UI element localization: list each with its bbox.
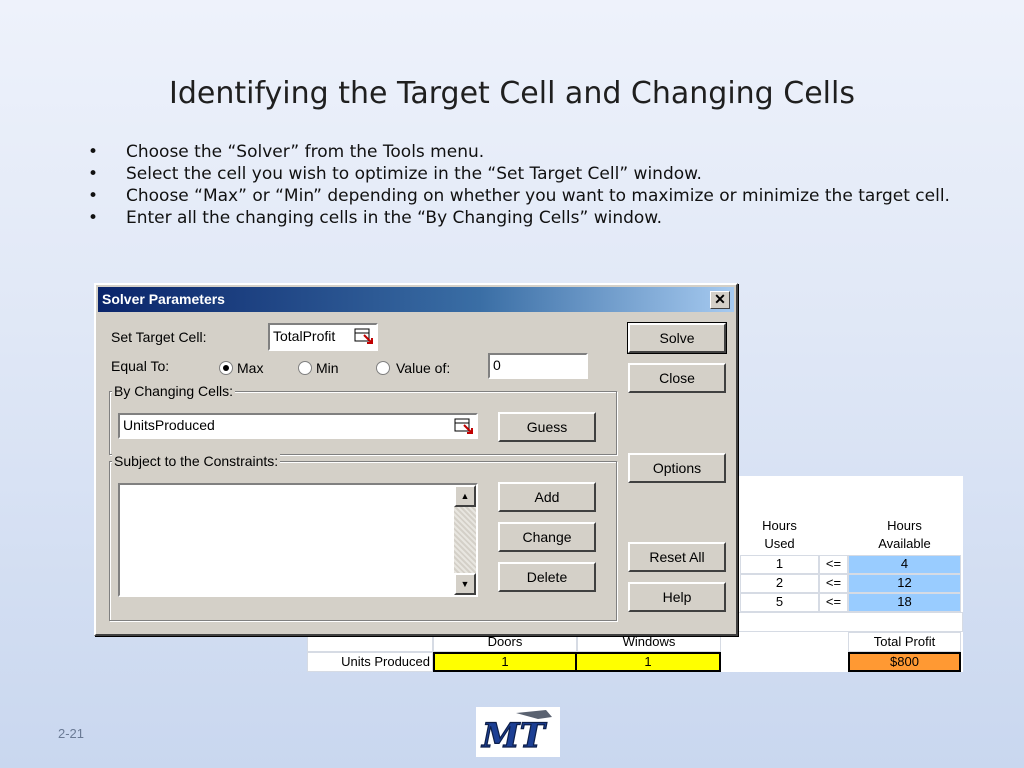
value-of-radio[interactable] [376, 361, 390, 375]
changing-cells-input[interactable]: UnitsProduced [118, 413, 478, 439]
scroll-up-icon[interactable]: ▲ [454, 485, 476, 507]
hours-used-cell[interactable]: 5 [740, 593, 819, 612]
value-of-input[interactable]: 0 [488, 353, 588, 379]
hours-available-cell[interactable]: 4 [848, 555, 961, 574]
close-button[interactable]: Close [628, 363, 726, 393]
max-label[interactable]: Max [237, 360, 263, 376]
set-target-label: Set Target Cell: [111, 329, 207, 345]
changing-cells-value: UnitsProduced [123, 417, 215, 433]
bullet-item: Select the cell you wish to optimize in … [88, 163, 958, 185]
constraints-label: Subject to the Constraints: [112, 453, 281, 469]
hours-used-header[interactable]: Hours Used [740, 517, 819, 555]
windows-units-cell[interactable]: 1 [577, 652, 721, 672]
constraints-scrollbar[interactable]: ▲ ▼ [454, 485, 476, 595]
total-profit-header[interactable]: Total Profit [848, 632, 961, 652]
svg-text:MT: MT [481, 716, 548, 756]
change-button[interactable]: Change [498, 522, 596, 552]
hours-used-line2: Used [764, 536, 795, 551]
hours-available-cell[interactable]: 18 [848, 593, 961, 612]
max-radio[interactable] [219, 361, 233, 375]
options-button[interactable]: Options [628, 453, 726, 483]
changing-cells-label: By Changing Cells: [112, 383, 236, 399]
min-radio[interactable] [298, 361, 312, 375]
bullet-list: Choose the “Solver” from the Tools menu.… [88, 141, 958, 229]
hours-available-line2: Available [878, 536, 931, 551]
reset-all-button[interactable]: Reset All [628, 542, 726, 572]
constraints-list[interactable]: ▲ ▼ [118, 483, 478, 597]
operator-cell[interactable]: <= [819, 574, 848, 593]
mt-logo: MT [476, 707, 560, 757]
bullet-item: Enter all the changing cells in the “By … [88, 207, 958, 229]
operator-cell[interactable]: <= [819, 593, 848, 612]
delete-button[interactable]: Delete [498, 562, 596, 592]
operator-cell[interactable]: <= [819, 555, 848, 574]
guess-button[interactable]: Guess [498, 412, 596, 442]
doors-units-cell[interactable]: 1 [433, 652, 577, 672]
hours-used-line1: Hours [762, 518, 797, 533]
target-cell-value: TotalProfit [273, 328, 336, 344]
solver-dialog: Solver Parameters ✕ Set Target Cell: Tot… [94, 283, 738, 636]
bullet-item: Choose the “Solver” from the Tools menu. [88, 141, 958, 163]
min-label[interactable]: Min [316, 360, 339, 376]
close-icon[interactable]: ✕ [710, 291, 730, 309]
range-select-icon[interactable] [454, 417, 474, 435]
hours-available-line1: Hours [887, 518, 922, 533]
units-produced-label[interactable]: Units Produced [307, 652, 433, 672]
hours-used-cell[interactable]: 1 [740, 555, 819, 574]
scroll-down-icon[interactable]: ▼ [454, 573, 476, 595]
hours-available-header[interactable]: Hours Available [848, 517, 961, 555]
dialog-titlebar[interactable]: Solver Parameters ✕ [98, 287, 734, 312]
help-button[interactable]: Help [628, 582, 726, 612]
slide-title: Identifying the Target Cell and Changing… [169, 76, 855, 111]
add-button[interactable]: Add [498, 482, 596, 512]
dialog-title: Solver Parameters [102, 291, 225, 307]
total-profit-cell[interactable]: $800 [848, 652, 961, 672]
equal-to-label: Equal To: [111, 358, 170, 374]
solve-button[interactable]: Solve [627, 322, 727, 354]
page-number: 2-21 [58, 726, 85, 741]
range-select-icon[interactable] [354, 327, 374, 345]
bullet-item: Choose “Max” or “Min” depending on wheth… [88, 185, 958, 207]
hours-used-cell[interactable]: 2 [740, 574, 819, 593]
value-of-label[interactable]: Value of: [396, 360, 450, 376]
target-cell-input[interactable]: TotalProfit [268, 323, 378, 351]
hours-available-cell[interactable]: 12 [848, 574, 961, 593]
